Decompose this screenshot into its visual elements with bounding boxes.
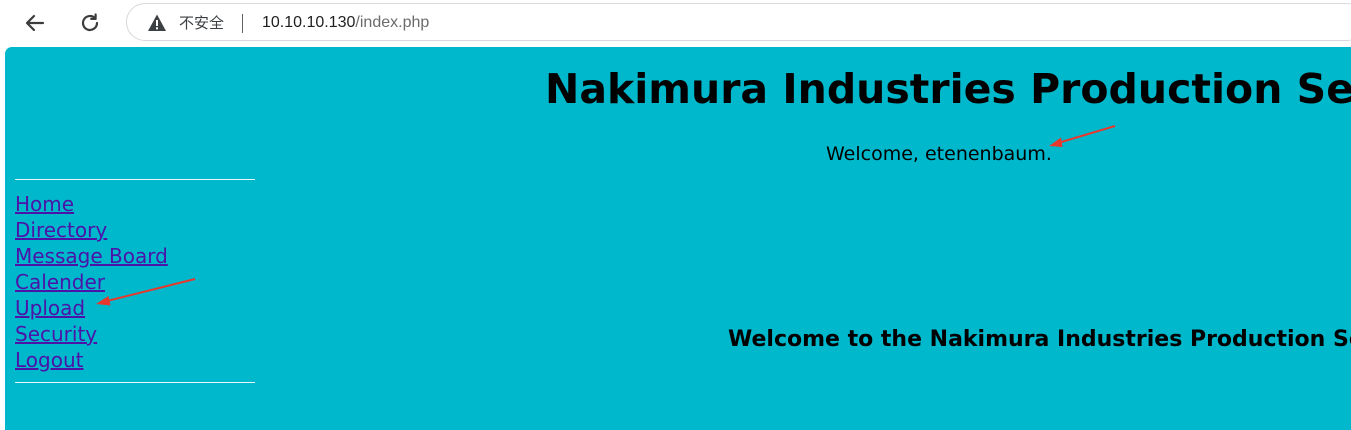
- address-bar[interactable]: 不安全 10.10.10.130/index.php: [126, 3, 1351, 41]
- back-arrow-icon: [25, 14, 45, 32]
- page-content: Nakimura Industries Production Server We…: [5, 47, 1351, 430]
- nav-menu: Home Directory Message Board Calender Up…: [15, 191, 168, 373]
- nav-item-calender: Calender: [15, 269, 168, 295]
- warning-triangle-icon: [148, 14, 166, 31]
- url-text[interactable]: 10.10.10.130/index.php: [262, 13, 429, 33]
- nav-link-message-board[interactable]: Message Board: [15, 244, 168, 268]
- nav-item-logout: Logout: [15, 347, 168, 373]
- url-divider: [242, 14, 243, 33]
- back-button[interactable]: [18, 6, 52, 40]
- nav-divider-top: [15, 179, 255, 180]
- nav-divider-bottom: [15, 382, 255, 383]
- nav-link-directory[interactable]: Directory: [15, 218, 107, 242]
- nav-item-home: Home: [15, 191, 168, 217]
- nav-link-upload[interactable]: Upload: [15, 296, 85, 320]
- nav-item-directory: Directory: [15, 217, 168, 243]
- welcome-user-text: Welcome, etenenbaum.: [826, 143, 1052, 165]
- nav-item-security: Security: [15, 321, 168, 347]
- security-label[interactable]: 不安全: [179, 13, 224, 33]
- nav-link-calender[interactable]: Calender: [15, 270, 105, 294]
- reload-icon: [81, 13, 99, 32]
- nav-link-home[interactable]: Home: [15, 192, 74, 216]
- url-path: /index.php: [355, 14, 430, 31]
- reload-button[interactable]: [73, 6, 107, 40]
- nav-link-logout[interactable]: Logout: [15, 348, 83, 372]
- browser-toolbar: 不安全 10.10.10.130/index.php: [0, 0, 1351, 46]
- annotation-arrow-welcome: [1049, 125, 1116, 147]
- main-welcome-heading: Welcome to the Nakimura Industries Produ…: [728, 327, 1351, 352]
- nav-link-security[interactable]: Security: [15, 322, 97, 346]
- page-title: Nakimura Industries Production Server: [545, 65, 1351, 113]
- url-host: 10.10.10.130: [262, 14, 356, 31]
- nav-item-message-board: Message Board: [15, 243, 168, 269]
- nav-item-upload: Upload: [15, 295, 168, 321]
